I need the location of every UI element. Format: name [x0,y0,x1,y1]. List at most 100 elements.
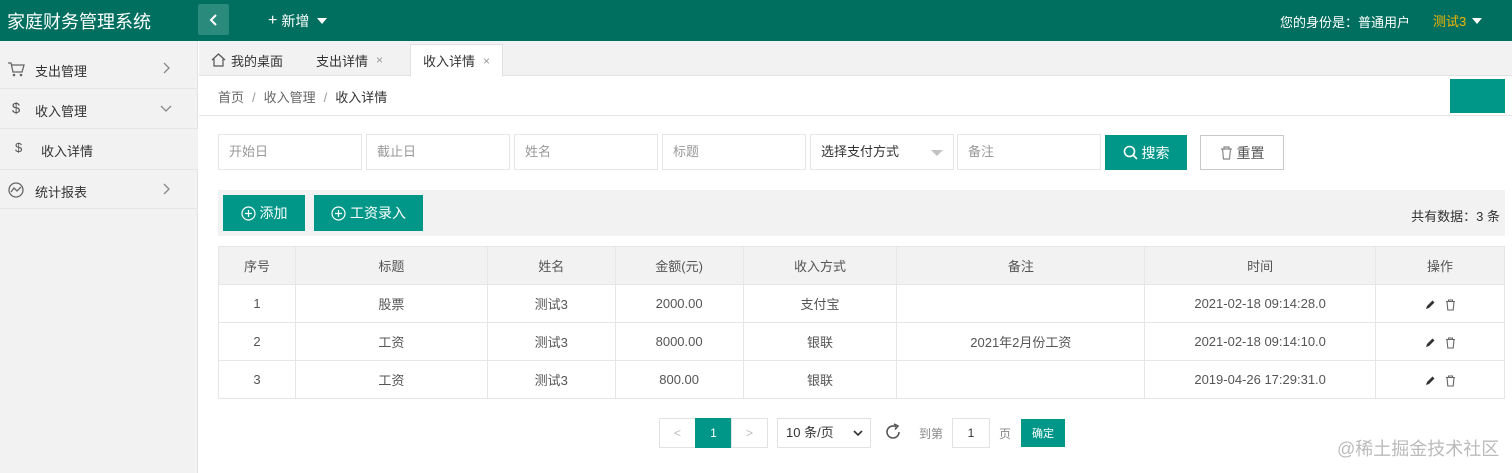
refresh-icon[interactable] [882,421,904,443]
cell-actions [1375,284,1505,323]
collapse-sidebar-button[interactable] [198,4,229,35]
column-header: 金额(元) [614,246,744,285]
page-size-value: 10 条/页 [786,425,834,440]
tab-label: 收入详情 [423,54,476,69]
prev-page-button[interactable]: < [659,418,696,448]
caret-down-icon [317,18,328,24]
cell-method: 银联 [742,322,898,361]
cell-remark [896,284,1146,323]
reset-label: 重置 [1236,144,1265,161]
chevron-right-icon [163,62,170,74]
plus-circle-icon [331,205,346,221]
pay-method-value: 选择支付方式 [821,144,900,159]
sidebar-item-expense[interactable]: 支出管理 [0,49,198,89]
sidebar-item-label: 统计报表 [35,185,88,200]
sidebar: 支出管理 $ 收入管理 $ 收入详情 统计报表 [0,41,198,473]
page-size-select[interactable]: 10 条/页 [777,418,871,448]
cell-amount: 2000.00 [614,284,744,323]
dollar-icon: $ [15,140,23,155]
title-input[interactable]: 标题 [662,134,806,170]
table-row: 2 工资 测试3 8000.00 银联 2021年2月份工资 2021-02-1… [218,322,1505,361]
cell-name: 测试3 [486,322,616,361]
breadcrumb-home[interactable]: 首页 [218,90,244,105]
edit-icon[interactable] [1424,299,1436,311]
cell-method: 银联 [742,360,898,399]
sidebar-item-label: 支出管理 [35,64,88,79]
pay-method-select[interactable]: 选择支付方式 [810,134,954,170]
add-new-menu[interactable]: + 新增 [268,11,328,31]
app-title: 家庭财务管理系统 [7,12,151,32]
sidebar-item-label: 收入管理 [35,104,88,119]
cell-remark [896,360,1146,399]
next-page-button[interactable]: > [731,418,768,448]
cell-amount: 800.00 [614,360,744,399]
delete-icon[interactable] [1445,375,1456,387]
cell-amount: 8000.00 [614,322,744,361]
cell-time: 2021-02-18 09:14:10.0 [1144,322,1377,361]
goto-confirm-button[interactable]: 确定 [1021,419,1065,447]
salary-entry-label: 工资录入 [350,205,406,221]
chevron-down-icon [853,430,863,437]
delete-icon[interactable] [1445,299,1456,311]
cell-title: 工资 [294,322,488,361]
search-button[interactable]: 搜索 [1105,135,1187,170]
username: 测试3 [1433,14,1467,29]
plus-icon: + [268,12,278,29]
goto-page-input[interactable]: 1 [952,418,990,448]
cell-name: 测试3 [486,284,616,323]
cell-time: 2021-02-18 09:14:28.0 [1144,284,1377,323]
watermark: @稀土掘金技术社区 [1337,439,1500,459]
cell-index: 1 [218,284,296,323]
cell-index: 3 [218,360,296,399]
tab-bar: 我的桌面 支出详情 × 收入详情 × [199,41,1512,77]
plus-circle-icon [240,205,256,221]
column-header: 姓名 [486,246,616,285]
sidebar-item-income[interactable]: $ 收入管理 [0,89,198,129]
page-1-button[interactable]: 1 [695,418,732,448]
sidebar-item-label: 收入详情 [41,144,94,159]
cell-remark: 2021年2月份工资 [896,322,1146,361]
caret-down-icon [931,150,943,156]
start-date-input[interactable]: 开始日 [218,134,362,170]
tab-desktop[interactable]: 我的桌面 [199,44,295,76]
name-input[interactable]: 姓名 [514,134,658,170]
sidebar-item-reports[interactable]: 统计报表 [0,169,198,209]
table-toolbar: 添加 工资录入 共有数据：3 条 [218,190,1505,236]
search-icon [1123,145,1138,160]
caret-down-icon [1472,17,1483,24]
refresh-page-button[interactable] [1450,79,1505,113]
tab-income-detail[interactable]: 收入详情 × [410,44,504,77]
edit-icon[interactable] [1424,375,1436,387]
reset-button[interactable]: 重置 [1200,135,1284,170]
breadcrumb-current: 收入详情 [335,90,388,105]
cell-title: 股票 [294,284,488,323]
chart-icon [8,182,24,198]
cell-title: 工资 [294,360,488,399]
salary-entry-button[interactable]: 工资录入 [314,195,423,231]
remark-input[interactable]: 备注 [957,134,1101,170]
table-header-row: 序号 标题 姓名 金额(元) 收入方式 备注 时间 操作 [218,246,1505,285]
identity-text: 您的身份是：普通用户 [1280,15,1411,30]
cart-icon [8,62,25,77]
close-icon[interactable]: × [483,54,490,68]
tab-label: 我的桌面 [231,53,284,69]
cell-index: 2 [218,322,296,361]
user-menu[interactable]: 测试3 [1433,11,1483,30]
end-date-input[interactable]: 截止日 [366,134,510,170]
dollar-icon: $ [11,100,21,117]
trash-icon [1220,145,1232,160]
table-row: 3 工资 测试3 800.00 银联 2019-04-26 17:29:31.0 [218,360,1505,399]
breadcrumb-income[interactable]: 收入管理 [264,90,316,105]
edit-icon[interactable] [1424,337,1436,349]
divider [199,115,1512,116]
tab-expense-detail[interactable]: 支出详情 × [304,44,395,76]
add-button[interactable]: 添加 [223,195,305,231]
delete-icon[interactable] [1445,337,1456,349]
cell-time: 2019-04-26 17:29:31.0 [1144,360,1377,399]
close-icon[interactable]: × [376,53,383,67]
cell-actions [1375,360,1505,399]
sidebar-item-income-detail[interactable]: $ 收入详情 [0,129,198,169]
column-header: 时间 [1144,246,1377,285]
tab-label: 支出详情 [316,53,369,69]
cell-method: 支付宝 [742,284,898,323]
